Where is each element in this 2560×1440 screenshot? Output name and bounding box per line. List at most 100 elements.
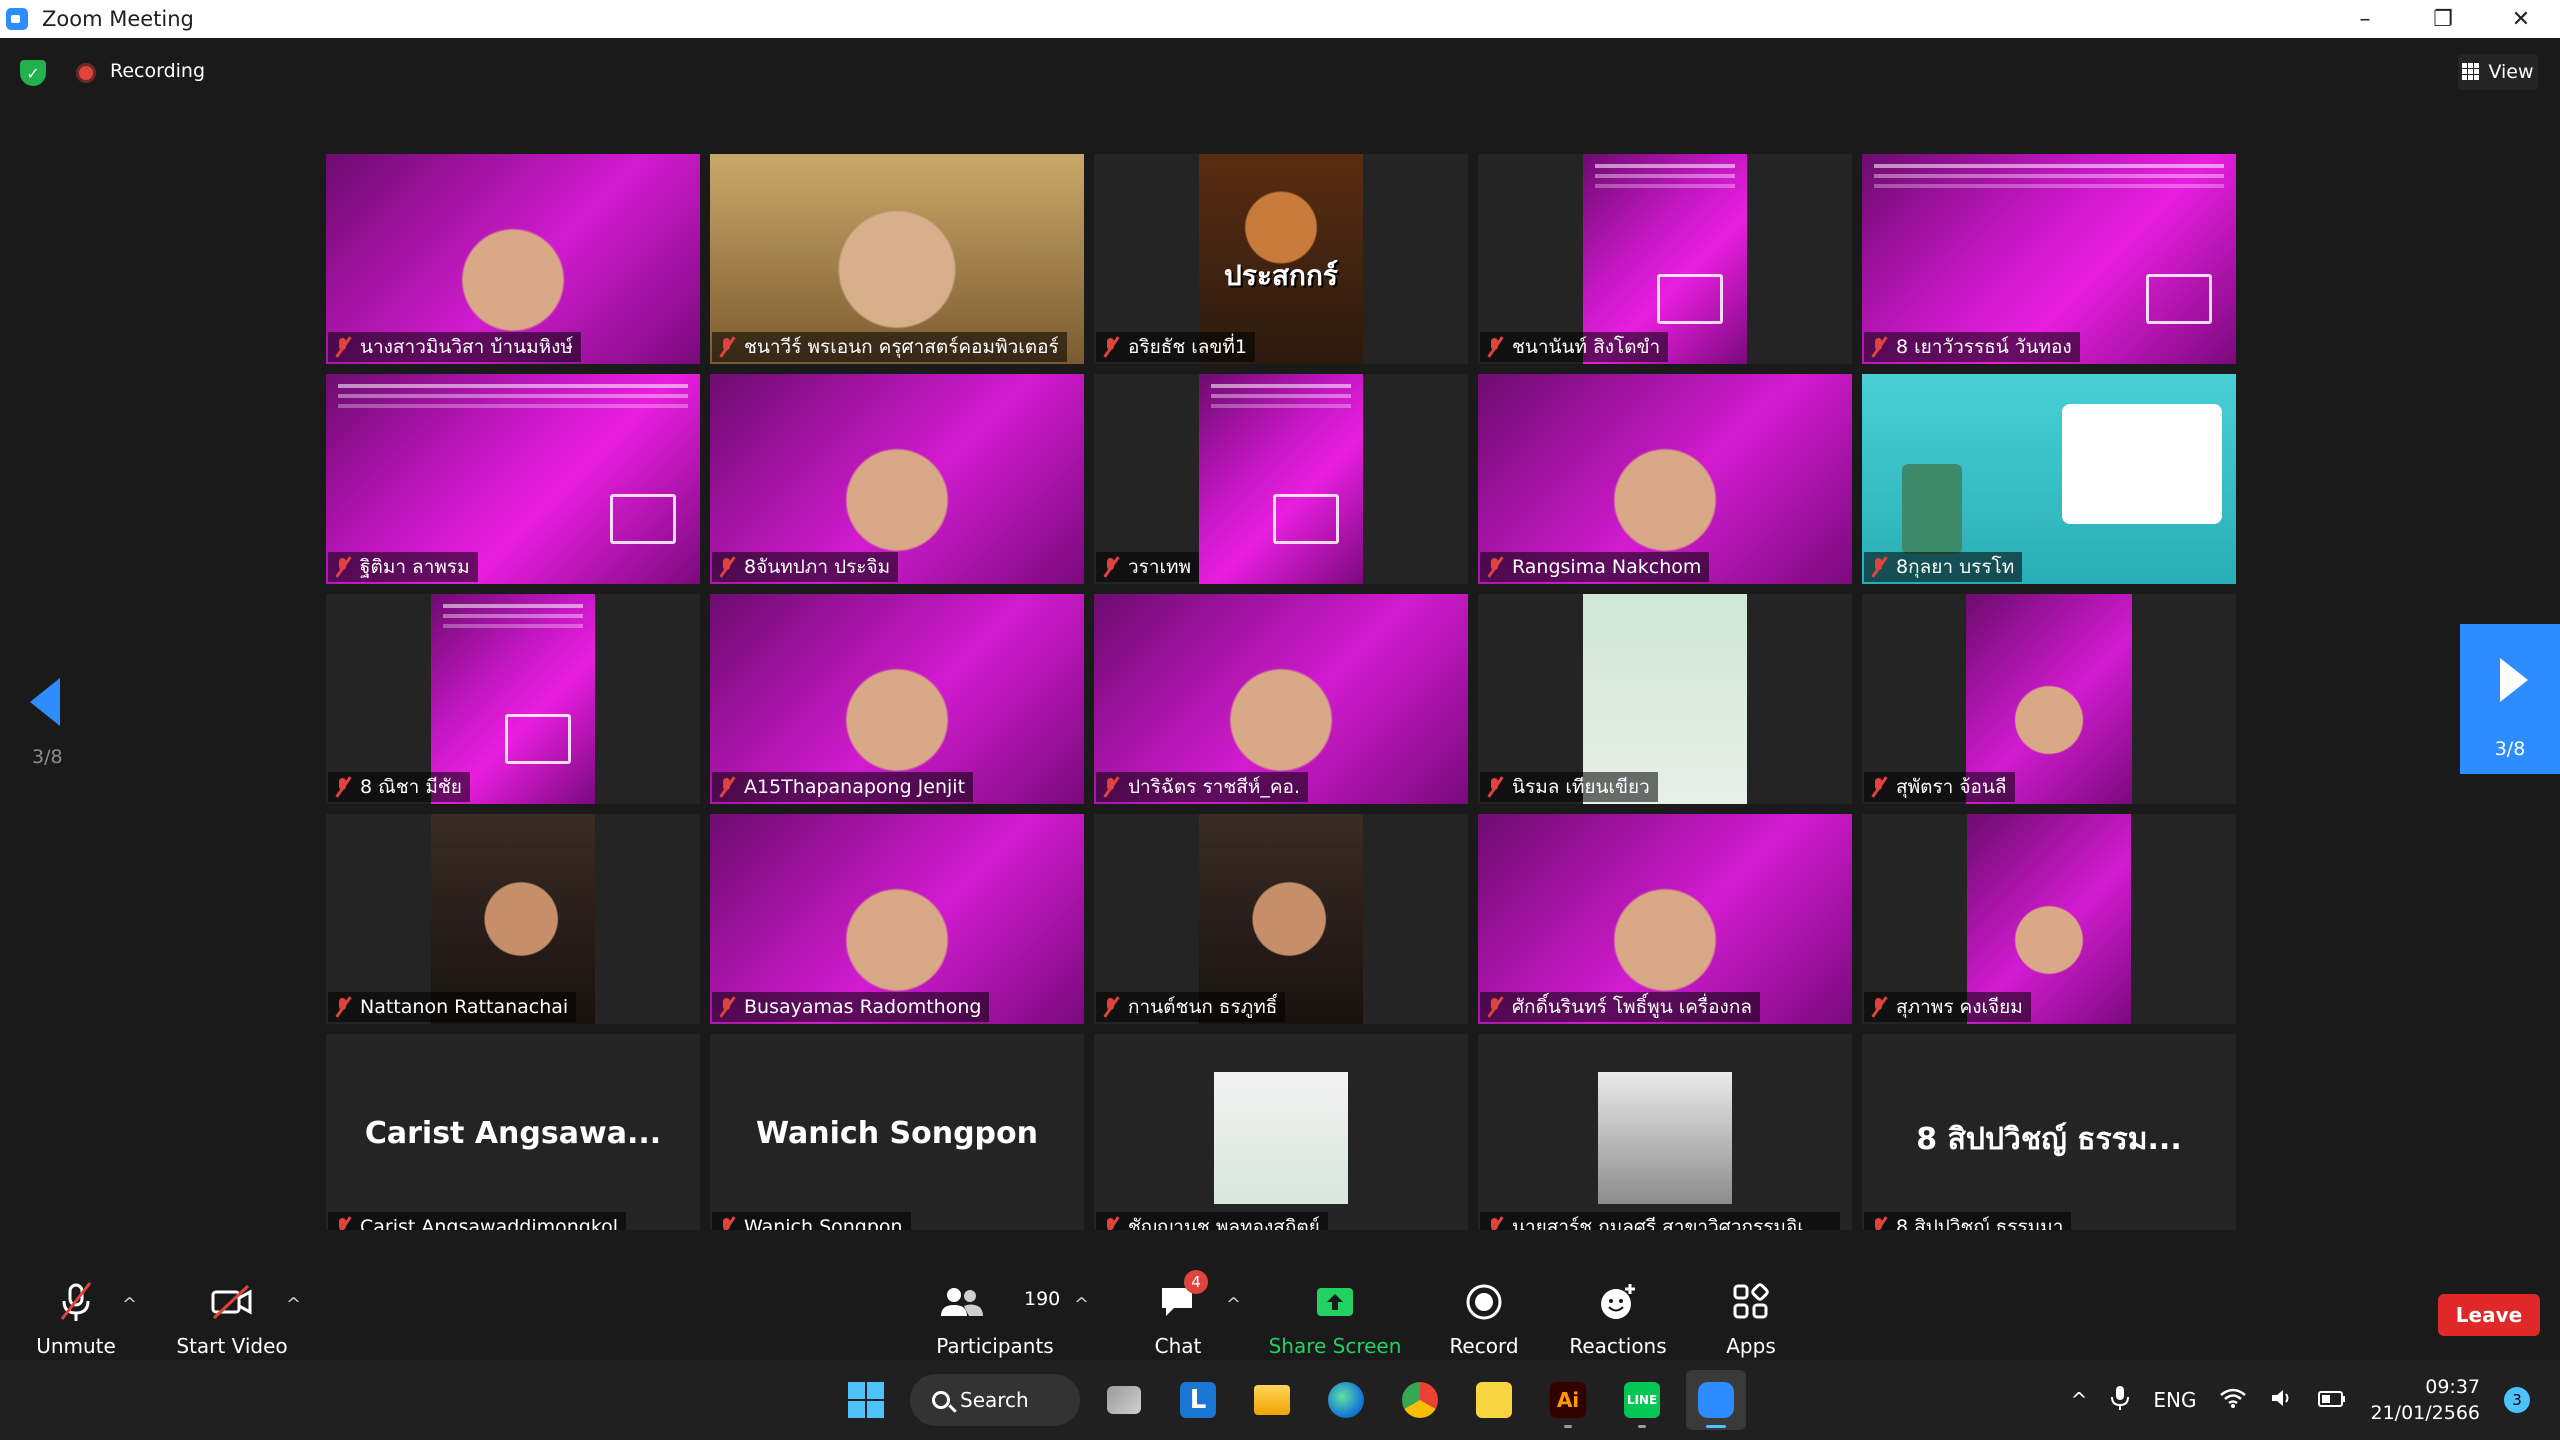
task-view-icon [1107,1386,1141,1414]
security-shield-icon[interactable]: ✓ [20,60,46,86]
participant-tile[interactable]: 8จันทปภา ประจิม [710,374,1084,584]
view-button[interactable]: View [2458,54,2538,90]
participant-tile[interactable]: สุภาพร คงเจียม [1862,814,2236,1024]
previous-page-button[interactable]: 3/8 [30,678,70,798]
microphone-muted-icon [54,1280,98,1324]
participant-tile[interactable]: ศักดิ์นรินทร์ โพธิ์พูน เครื่องกล [1478,814,1852,1024]
participant-tile[interactable]: ชัญญานุช พลทองสถิตย์ [1094,1034,1468,1244]
participant-tile[interactable]: วราเทพ [1094,374,1468,584]
participant-tile[interactable]: 8 สิปปวิชญ์ ธรรม... 8 สิปปวิชญ์ ธรรมมา [1862,1034,2236,1244]
taskbar-search[interactable]: Search [910,1374,1080,1426]
start-button[interactable] [836,1370,896,1430]
participant-name: นางสาวมินวิสา บ้านมหิงษ์ [360,336,573,358]
participant-nameplate: ชนาวีร์ พรเอนก ครุศาสตร์คอมพิวเตอร์ [712,332,1067,362]
unmute-button[interactable]: Unmute [34,1230,118,1360]
task-view-button[interactable] [1094,1370,1154,1430]
running-indicator [1706,1425,1726,1428]
participant-name: 8จันทปภา ประจิม [744,556,891,578]
close-button[interactable]: ✕ [2482,0,2560,38]
participant-name: 8 เยาวัวรรธน์ วันทอง [1896,336,2072,358]
l-app-icon: L [1180,1382,1216,1418]
participant-tile[interactable]: กานต์ชนก ธรภูทธิ์ [1094,814,1468,1024]
taskbar-app-l[interactable]: L [1168,1370,1228,1430]
clock-time: 09:37 [2425,1376,2480,1398]
participant-name: นิรมล เทียนเขียว [1512,776,1650,798]
participant-tile[interactable]: นายสาร์ช กมลศรี สาขาวิศวกรรมอิเล็ก... [1478,1034,1852,1244]
record-button[interactable]: Record [1448,1230,1520,1360]
running-indicator [1638,1425,1646,1428]
participant-tile[interactable]: ปาริฉัตร ราชสีห์_คอ. [1094,594,1468,804]
taskbar-chrome[interactable] [1390,1370,1450,1430]
participant-tile[interactable]: ชนาวีร์ พรเอนก ครุศาสตร์คอมพิวเตอร์ [710,154,1084,364]
start-video-button[interactable]: Start Video [176,1230,288,1360]
start-video-label: Start Video [176,1334,288,1358]
participant-tile[interactable]: ชนานันท์ สิงโตขำ [1478,154,1852,364]
zoom-app-icon [6,8,28,30]
microphone-muted-icon [1870,557,1888,577]
participant-tile[interactable]: สุพัตรา จ้อนลี [1862,594,2236,804]
microphone-muted-icon [1486,777,1504,797]
next-page-button[interactable]: 3/8 [2460,624,2560,774]
participant-tile[interactable]: Rangsima Nakchom [1478,374,1852,584]
participant-tile[interactable]: 8 เยาวัวรรธน์ วันทอง [1862,154,2236,364]
microphone-in-use-icon[interactable] [2111,1385,2130,1416]
participant-name: ศักดิ์นรินทร์ โพธิ์พูน เครื่องกล [1512,996,1752,1018]
microphone-muted-icon [1486,557,1504,577]
participant-tile[interactable]: ฐิติมา ลาพรม [326,374,700,584]
reactions-button[interactable]: Reactions [1569,1230,1667,1360]
share-screen-button[interactable]: Share Screen [1269,1230,1401,1360]
participant-tile[interactable]: Busayamas Radomthong [710,814,1084,1024]
taskbar-edge[interactable] [1316,1370,1376,1430]
chat-options-chevron-up-icon[interactable]: ^ [1226,1294,1241,1315]
illustrator-icon: Ai [1550,1382,1586,1418]
participant-tile[interactable]: นิรมล เทียนเขียว [1478,594,1852,804]
taskbar-file-explorer[interactable] [1242,1370,1302,1430]
wifi-icon[interactable] [2220,1388,2247,1413]
participants-options-chevron-up-icon[interactable]: ^ [1074,1294,1089,1315]
audio-options-chevron-up-icon[interactable]: ^ [122,1294,137,1315]
participant-tile[interactable]: 8 ณิชา มีชัย [326,594,700,804]
microphone-muted-icon [1486,997,1504,1017]
participants-button[interactable]: 190 Participants [936,1230,1060,1360]
participant-tile[interactable]: A15Thapanapong Jenjit [710,594,1084,804]
participants-icon: 190 [940,1280,1060,1324]
participant-tile[interactable]: นางสาวมินวิสา บ้านมหิงษ์ [326,154,700,364]
taskbar-zoom[interactable] [1686,1370,1746,1430]
battery-icon[interactable] [2318,1388,2346,1412]
participant-tile[interactable]: ประสกกร์ อริยธัช เลขที่1 [1094,154,1468,364]
taskbar-line[interactable]: LINE [1612,1370,1672,1430]
taskbar-sticky-notes[interactable] [1464,1370,1524,1430]
system-tray: ^ ENG 09:37 21/01/2566 3 [2071,1360,2530,1440]
video-options-chevron-up-icon[interactable]: ^ [286,1294,301,1315]
microphone-muted-icon [718,337,736,357]
participant-tile[interactable]: 8กุลยา บรรโท [1862,374,2236,584]
microphone-muted-icon [1870,337,1888,357]
input-language[interactable]: ENG [2153,1388,2196,1412]
page-indicator-left: 3/8 [32,746,63,768]
participant-nameplate: ชนานันท์ สิงโตขำ [1480,332,1669,362]
show-hidden-icons-chevron-up-icon[interactable]: ^ [2071,1388,2088,1412]
participant-tile[interactable]: Carist Angsawa... Carist Angsawaddimongko… [326,1034,700,1244]
taskbar-illustrator[interactable]: Ai [1538,1370,1598,1430]
taskbar-clock[interactable]: 09:37 21/01/2566 [2370,1374,2480,1426]
chrome-browser-icon [1402,1382,1438,1418]
microphone-muted-icon [334,337,352,357]
participant-tile[interactable]: Nattanon Rattanachai [326,814,700,1024]
notification-badge[interactable]: 3 [2504,1387,2530,1413]
microphone-muted-icon [1102,997,1120,1017]
participant-nameplate: สุพัตรา จ้อนลี [1864,772,2015,802]
leave-button[interactable]: Leave [2438,1294,2540,1336]
participant-nameplate: วราเทพ [1096,552,1200,582]
participant-nameplate: กานต์ชนก ธรภูทธิ์ [1096,992,1286,1022]
minimize-button[interactable]: – [2326,0,2404,38]
participant-tile[interactable]: Wanich Songpon Wanich Songpon [710,1034,1084,1244]
record-label: Record [1449,1334,1519,1358]
participant-nameplate: 8กุลยา บรรโท [1864,552,2023,582]
volume-icon[interactable] [2270,1388,2294,1413]
chat-button[interactable]: 4 Chat [1150,1230,1208,1360]
apps-button[interactable]: Apps [1722,1230,1780,1360]
microphone-muted-icon [1870,997,1888,1017]
reactions-label: Reactions [1569,1334,1667,1358]
maximize-button[interactable]: ❐ [2404,0,2482,38]
view-button-label: View [2488,61,2534,83]
